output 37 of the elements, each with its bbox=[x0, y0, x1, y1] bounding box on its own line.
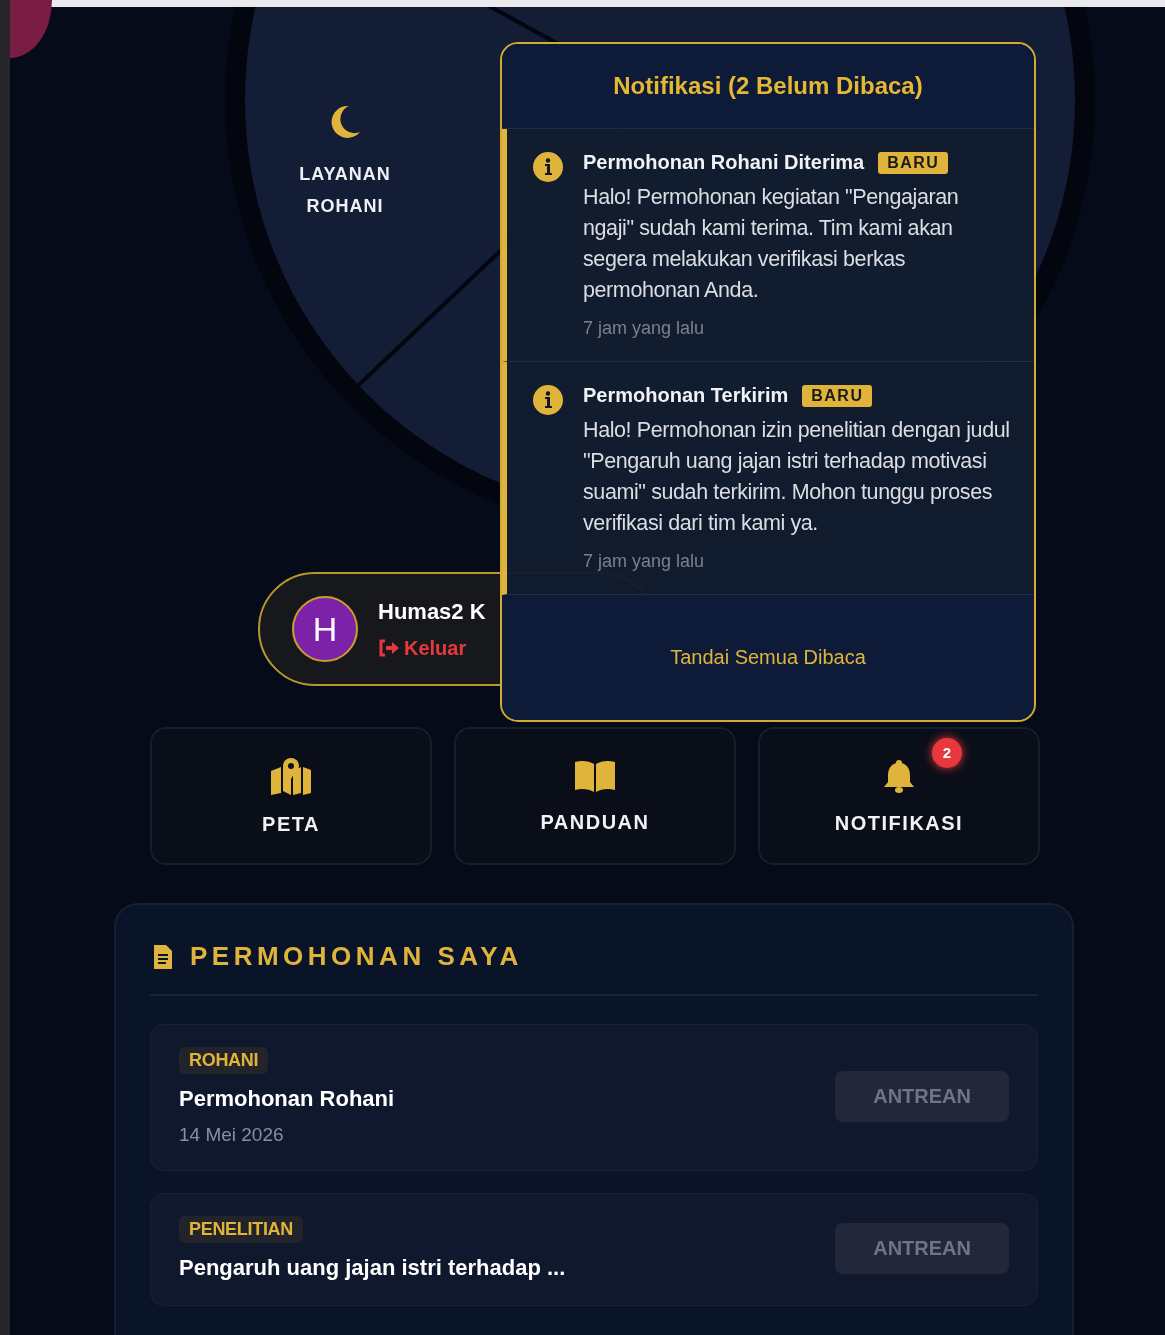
map-pin-icon bbox=[269, 756, 313, 795]
bell-icon bbox=[882, 757, 916, 794]
info-icon bbox=[533, 152, 563, 182]
notification-time: 7 jam yang lalu bbox=[583, 318, 706, 339]
section-title: PERMOHONAN SAYA bbox=[190, 941, 523, 972]
document-icon bbox=[152, 943, 174, 970]
notification-message: Halo! Permohonan izin penelitian dengan judul "Pengaruh uang jajan istri terhadap motivasi suami" sudah terkirim. Mohon tunggu proses verifikasi dari tim kami ya. bbox=[583, 417, 1011, 537]
notification-item[interactable]: Permohonan Rohani Diterima BARU Halo! Permohonan kegiatan "Pengajaran ngaji" sudah kami terima. Tim kami akan segera melakukan verifikasi berkas permohonan Anda. 7 jam yang lalu bbox=[502, 129, 1034, 362]
mark-all-read-link[interactable]: Tandai Semua Dibaca bbox=[670, 646, 866, 669]
request-card[interactable]: PENELITIAN Pengaruh uang jajan istri terhadap ... ANTREAN bbox=[150, 1193, 1038, 1306]
status-badge: ANTREAN bbox=[835, 1071, 1009, 1122]
notification-title-text: Permohonan Terkirim bbox=[583, 384, 789, 407]
menu-tile[interactable]: PANDUAN bbox=[454, 727, 736, 865]
logout-icon bbox=[378, 639, 400, 657]
crescent-moon-icon bbox=[329, 104, 361, 138]
service-label[interactable]: LAYANAN ROHANI bbox=[290, 158, 400, 222]
request-date: 14 Mei 2026 bbox=[179, 1124, 284, 1146]
menu-tile[interactable]: 2 NOTIFIKASI bbox=[758, 727, 1040, 865]
category-tag: ROHANI bbox=[179, 1047, 269, 1074]
notification-count-badge: 2 bbox=[932, 737, 962, 768]
open-book-icon bbox=[573, 758, 617, 793]
user-name: Humas2 K bbox=[378, 598, 486, 625]
notification-time: 7 jam yang lalu bbox=[583, 551, 706, 572]
request-title: Permohonan Rohani bbox=[179, 1086, 395, 1112]
logout-link[interactable]: Keluar bbox=[378, 636, 486, 660]
status-badge: ANTREAN bbox=[835, 1223, 1009, 1274]
notification-title: Notifikasi (2 Belum Dibaca) bbox=[502, 44, 1034, 129]
request-title: Pengaruh uang jajan istri terhadap ... bbox=[179, 1255, 566, 1281]
new-badge: BARU bbox=[878, 151, 949, 174]
new-badge: BARU bbox=[802, 384, 873, 407]
category-tag: PENELITIAN bbox=[179, 1216, 303, 1243]
avatar: H bbox=[292, 596, 358, 662]
request-card[interactable]: ROHANI Permohonan Rohani 14 Mei 2026 ANTREAN bbox=[150, 1024, 1038, 1171]
info-icon bbox=[533, 385, 563, 415]
notification-message: Halo! Permohonan kegiatan "Pengajaran ngaji" sudah kami terima. Tim kami akan segera melakukan verifikasi berkas permohonan Anda. bbox=[583, 184, 960, 304]
menu-tile[interactable]: PETA bbox=[150, 727, 432, 865]
notification-title-text: Permohonan Rohani Diterima bbox=[583, 151, 865, 174]
